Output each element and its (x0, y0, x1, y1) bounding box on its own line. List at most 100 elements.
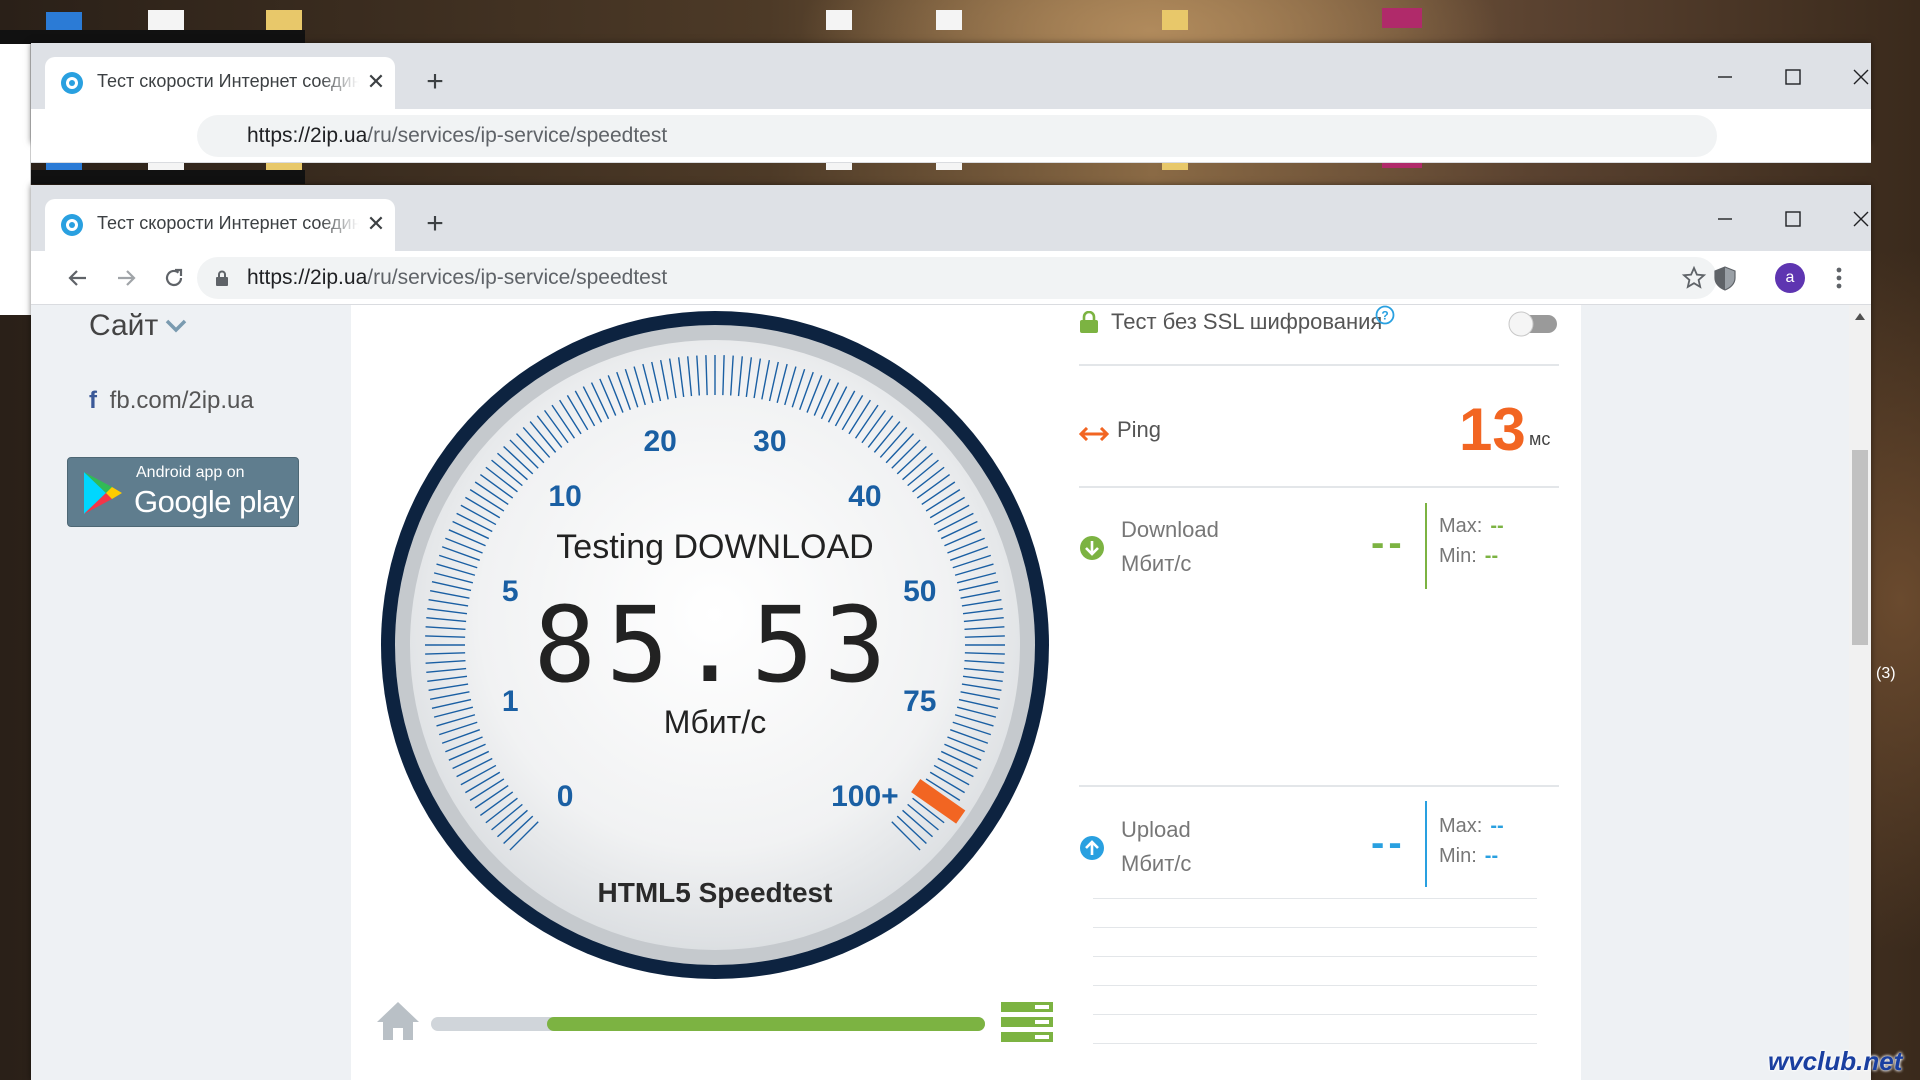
ping-arrows-icon (1079, 427, 1109, 441)
minimize-button[interactable] (1703, 55, 1747, 99)
back-arrow-icon (68, 270, 86, 286)
close-window-button[interactable] (1839, 197, 1883, 241)
upload-label: Upload Мбит/с (1121, 817, 1192, 876)
speed-gauge: 0 1 5 10 20 30 40 50 75 100+ Testing DOWNLOAD 85.… (381, 311, 1049, 979)
history-row-divider (1093, 1014, 1537, 1015)
new-tab-button[interactable]: + (419, 209, 451, 241)
help-icon[interactable]: ? (1375, 305, 1395, 325)
reload-button[interactable] (157, 261, 191, 295)
ssl-toggle[interactable] (1505, 309, 1559, 337)
close-tab-icon[interactable]: ✕ (365, 213, 387, 235)
upload-min: Min: -- (1439, 845, 1499, 867)
gauge-tick-label: 5 (502, 575, 519, 608)
forward-arrow-icon (118, 270, 136, 286)
desktop-icon[interactable] (266, 10, 302, 30)
page-right-margin (1581, 305, 1871, 1080)
gauge-tick-label: 40 (848, 480, 881, 513)
browser-tab[interactable]: Тест скорости Интернет соединения ✕ (45, 199, 395, 251)
kebab-menu-icon[interactable] (1831, 265, 1847, 291)
ping-label: Ping (1117, 417, 1162, 442)
gauge-tick-label: 0 (557, 780, 574, 813)
tab-title: Тест скорости Интернет соединения (97, 213, 359, 233)
history-row-divider (1093, 927, 1537, 928)
bookmark-star-icon[interactable] (1681, 265, 1707, 291)
history-row-divider (1093, 1043, 1537, 1044)
tab-title: Тест скорости Интернет соединения (97, 71, 359, 91)
reload-icon (165, 268, 183, 287)
profile-avatar[interactable]: a (1775, 263, 1805, 293)
lock-icon (1080, 311, 1098, 333)
site-menu-link[interactable]: Сайт (89, 309, 158, 343)
chevron-down-icon[interactable] (165, 319, 187, 333)
facebook-label: fb.com/2ip.ua (109, 387, 254, 414)
google-play-big-text: Google play (134, 484, 294, 519)
browser-window-back: Тест скорости Интернет соединения ✕ + ht… (31, 43, 1871, 163)
gauge-tick-label: 1 (502, 685, 519, 718)
gauge-tick-label: 100+ (831, 780, 899, 813)
new-tab-button[interactable]: + (419, 67, 451, 99)
shield-extension-icon[interactable] (1711, 264, 1739, 292)
svg-text:?: ? (1381, 309, 1388, 323)
scrollbar-thumb[interactable] (1852, 450, 1868, 645)
divider (1079, 364, 1559, 366)
url-text: https://2ip.ua/ru/services/ip-service/sp… (247, 124, 668, 147)
close-window-button[interactable] (1839, 55, 1883, 99)
gauge-tick-label: 30 (753, 425, 786, 458)
upload-value: -- (1371, 821, 1406, 865)
divider (1079, 785, 1559, 787)
desktop-side-text: (3) (1876, 665, 1896, 682)
favicon-icon (61, 72, 83, 94)
desktop-icon[interactable] (148, 10, 184, 30)
ping-value: 13 (1459, 396, 1526, 463)
history-row-divider (1093, 956, 1537, 957)
history-row-divider (1093, 898, 1537, 899)
url-text: https://2ip.ua/ru/services/ip-service/sp… (247, 266, 668, 289)
maximize-button[interactable] (1771, 197, 1815, 241)
desktop-icon[interactable] (1162, 10, 1188, 30)
gauge-tick-label: 75 (903, 685, 936, 718)
speedtest-panel: 0 1 5 10 20 30 40 50 75 100+ Testing DOWNLOAD 85.… (351, 305, 1581, 1080)
desktop-icon[interactable] (46, 12, 82, 32)
download-value: -- (1371, 521, 1406, 565)
tab-strip: Тест скорости Интернет соединения ✕ + (31, 43, 1871, 109)
toolbar: https://2ip.ua/ru/services/ip-service/sp… (31, 109, 1871, 163)
favicon-icon (61, 214, 83, 236)
gauge-speed-value: 85.53 (533, 584, 896, 706)
page-content: Сайт f fb.com/2ip.ua Android app on Goog… (31, 305, 1871, 1080)
facebook-icon: f (89, 387, 97, 414)
back-button[interactable] (61, 261, 95, 295)
facebook-link[interactable]: f fb.com/2ip.ua (89, 387, 254, 415)
google-play-badge[interactable]: Android app on Google play (67, 457, 299, 527)
browser-tab[interactable]: Тест скорости Интернет соединения ✕ (45, 57, 395, 109)
google-play-small-text: Android app on (136, 464, 245, 481)
lock-icon (216, 270, 228, 286)
divider (1079, 486, 1559, 488)
forward-button[interactable] (109, 261, 143, 295)
desktop-strip-dark (0, 30, 305, 44)
desktop-icon[interactable] (936, 10, 962, 30)
maximize-button[interactable] (1771, 55, 1815, 99)
download-label: Download Мбит/с (1121, 517, 1219, 576)
browser-window: Тест скорости Интернет соединения ✕ + ht… (31, 185, 1871, 1080)
download-arrow-icon (1080, 536, 1104, 560)
desktop-icon[interactable] (826, 10, 852, 30)
watermark: wvclub.net (1768, 1046, 1903, 1076)
history-row-divider (1093, 985, 1537, 986)
desktop-icon[interactable] (1382, 8, 1422, 28)
upload-arrow-icon (1080, 836, 1104, 860)
gauge-tick-label: 20 (643, 425, 676, 458)
google-play-icon (84, 472, 122, 514)
minimize-button[interactable] (1703, 197, 1747, 241)
gauge-tick-label: 50 (903, 575, 936, 608)
toolbar: https://2ip.ua/ru/services/ip-service/sp… (31, 251, 1871, 305)
test-progress-fill (547, 1017, 985, 1031)
test-progress-bar (431, 1017, 985, 1031)
address-bar[interactable]: https://2ip.ua/ru/services/ip-service/sp… (197, 115, 1717, 157)
sidebar: Сайт f fb.com/2ip.ua Android app on Goog… (31, 305, 349, 1080)
close-tab-icon[interactable]: ✕ (365, 71, 387, 93)
scrollbar[interactable] (1849, 305, 1871, 1080)
ssl-option-label: Тест без SSL шифрования (1111, 309, 1383, 334)
scroll-up-arrow-icon[interactable] (1855, 313, 1865, 320)
left-bg-window (0, 185, 31, 315)
address-bar[interactable]: https://2ip.ua/ru/services/ip-service/sp… (197, 257, 1717, 299)
